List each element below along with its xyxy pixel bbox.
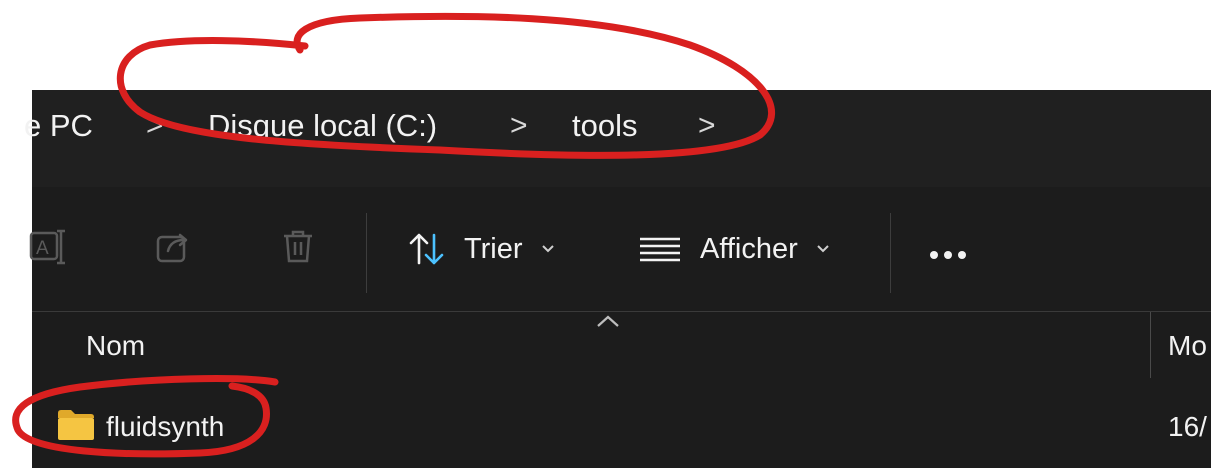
view-label: Afficher <box>700 232 798 265</box>
file-date-modified: 16/ <box>1168 411 1207 442</box>
rename-icon[interactable]: A <box>28 227 70 272</box>
chevron-down-icon <box>817 245 829 253</box>
share-icon[interactable] <box>154 227 194 272</box>
breadcrumb-separator[interactable]: > <box>510 106 528 146</box>
more-icon[interactable] <box>930 251 966 259</box>
chevron-down-icon <box>541 245 554 253</box>
address-bar[interactable]: e PC > Disque local (C:) > tools > <box>24 90 1211 187</box>
list-item[interactable]: fluidsynth 16/ <box>32 395 1211 459</box>
breadcrumb-item-tools[interactable]: tools <box>572 106 637 146</box>
breadcrumb-item-this-pc[interactable]: e PC <box>24 106 93 146</box>
toolbar-divider <box>890 213 891 293</box>
breadcrumb-separator[interactable]: > <box>698 106 716 146</box>
sort-label: Trier <box>464 232 523 265</box>
column-divider[interactable] <box>1150 312 1151 378</box>
column-header-modified[interactable]: Mo <box>1168 330 1207 362</box>
toolbar-divider <box>366 213 367 293</box>
view-button[interactable]: Afficher <box>638 229 830 269</box>
breadcrumb-item-local-disk[interactable]: Disque local (C:) <box>208 106 437 146</box>
sort-ascending-icon <box>595 314 621 333</box>
view-lines-icon <box>640 237 680 262</box>
file-name[interactable]: fluidsynth <box>106 411 224 443</box>
command-bar: A Trier Afficher <box>29 187 1211 312</box>
column-header-row: Nom Mo <box>32 312 1211 384</box>
breadcrumb-separator[interactable]: > <box>146 106 164 146</box>
column-header-name[interactable]: Nom <box>86 330 145 362</box>
sort-button[interactable]: Trier <box>408 229 555 269</box>
sort-icon <box>409 233 444 265</box>
file-explorer-window: e PC > Disque local (C:) > tools > A Tri… <box>24 90 1211 468</box>
svg-text:A: A <box>36 238 49 259</box>
folder-icon <box>56 408 96 447</box>
delete-icon[interactable] <box>278 227 318 272</box>
